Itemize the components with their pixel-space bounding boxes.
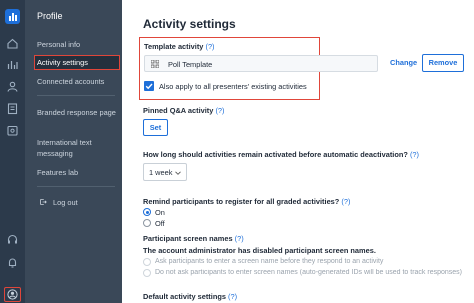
sidebar-item-features-lab[interactable]: Features lab [37,168,117,179]
sidebar-item-international-text[interactable]: International text messaging [37,138,117,159]
screen-name-skip-radio[interactable] [143,269,151,277]
app-logo-icon[interactable] [5,9,20,24]
sidebar-divider [37,186,115,187]
default-settings-label: Default activity settings (?) [143,292,237,301]
sidebar-item-log-out[interactable]: Log out [39,198,99,209]
pinned-qa-label-text: Pinned Q&A activity [143,106,214,115]
apply-all-label: Also apply to all presenters' existing a… [159,82,307,91]
gradebook-icon[interactable] [6,102,19,115]
participants-icon[interactable] [6,80,19,93]
deactivation-label-text: How long should activities remain activa… [143,150,408,159]
screen-name-ask-label: Ask participants to enter a screen name … [155,258,384,265]
profile-sidebar: Profile Personal info Activity settings … [25,0,122,303]
sidebar-title: Profile [37,11,63,21]
deactivation-select[interactable]: 1 week [143,163,187,181]
main-content: Activity settings Template activity (?) … [122,0,474,303]
screen-names-label: Participant screen names (?) [143,234,244,243]
logout-icon [40,199,47,205]
deactivation-value: 1 week [149,168,173,177]
chevron-down-icon [175,171,181,175]
change-template-link[interactable]: Change [390,58,417,67]
default-settings-label-text: Default activity settings [143,292,226,301]
template-activity-label-text: Template activity [144,42,204,51]
remind-off-radio[interactable] [143,219,151,227]
sidebar-divider [37,95,115,96]
home-icon[interactable] [6,37,19,50]
sidebar-item-label: Log out [53,198,78,207]
sidebar-item-activity-settings[interactable]: Activity settings [34,55,120,70]
deactivation-label: How long should activities remain activa… [143,150,419,159]
page-title: Activity settings [143,17,236,31]
icon-rail [0,0,25,303]
analytics-icon[interactable] [6,58,19,71]
remind-off-label: Off [155,219,165,228]
help-icon[interactable]: (?) [215,106,224,115]
template-activity-value: Poll Template [168,60,213,69]
integrations-icon[interactable] [6,124,19,137]
screen-names-label-text: Participant screen names [143,234,233,243]
sidebar-item-label: Activity settings [37,58,88,67]
sidebar-item-branded-response-page[interactable]: Branded response page [37,108,117,119]
set-pinned-button[interactable]: Set [143,119,168,136]
help-icon[interactable]: (?) [235,234,244,243]
remind-on-label: On [155,208,165,217]
notifications-icon[interactable] [6,256,19,269]
grid-icon [151,60,159,68]
template-activity-label: Template activity (?) [144,42,215,51]
remove-template-button[interactable]: Remove [422,54,464,72]
headset-icon[interactable] [6,233,19,246]
sidebar-item-connected-accounts[interactable]: Connected accounts [37,77,117,88]
screen-name-skip-label: Do not ask participants to enter screen … [155,269,462,276]
screen-names-notice: The account administrator has disabled p… [143,246,376,255]
sidebar-item-personal-info[interactable]: Personal info [37,40,117,51]
remind-label-text: Remind participants to register for all … [143,197,340,206]
screen-name-ask-radio[interactable] [143,258,151,266]
help-icon[interactable]: (?) [228,292,237,301]
help-icon[interactable]: (?) [341,197,350,206]
remind-label: Remind participants to register for all … [143,197,350,206]
remind-on-radio[interactable] [143,208,151,216]
help-icon[interactable]: (?) [410,150,419,159]
help-icon[interactable]: (?) [205,42,214,51]
profile-avatar-icon[interactable] [4,287,21,302]
apply-all-checkbox[interactable] [144,81,154,91]
template-activity-field[interactable]: Poll Template [144,55,378,72]
pinned-qa-label: Pinned Q&A activity (?) [143,106,224,115]
